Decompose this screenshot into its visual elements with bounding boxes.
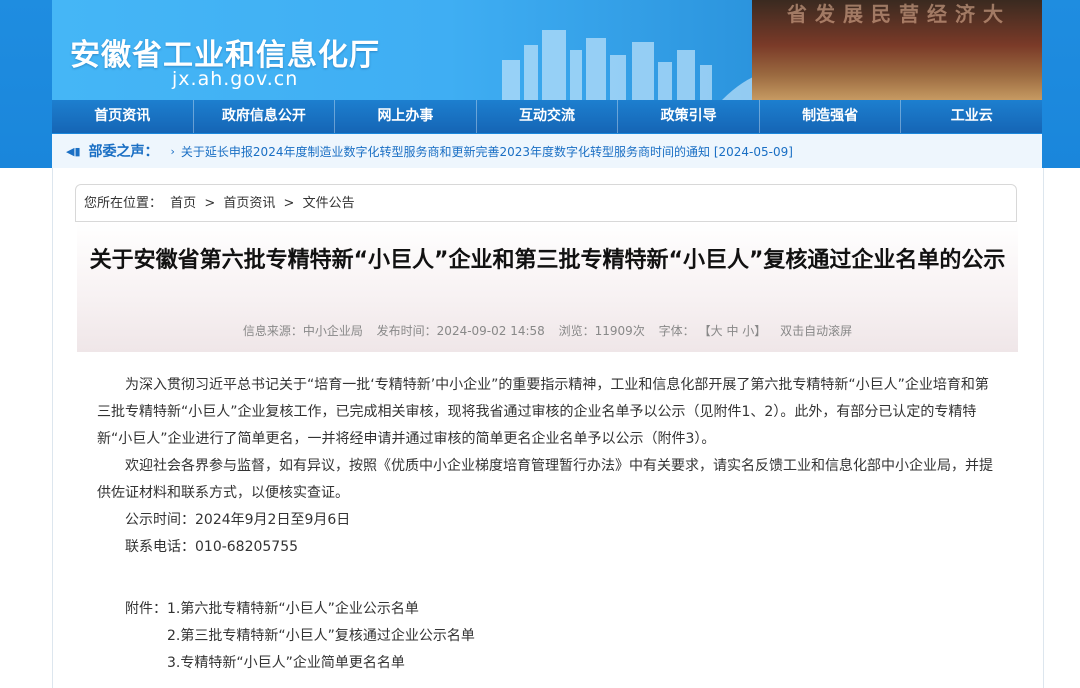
breadcrumb-separator: > [283, 196, 295, 211]
attachments-list: 附件： 1.第六批专精特新“小巨人”企业公示名单 2.第三批专精特新“小巨人”复… [125, 596, 475, 677]
article-meta: 信息来源：中小企业局 发布时间：2024-09-02 14:58 浏览：1190… [77, 322, 1018, 339]
main-nav: 首页资讯 政府信息公开 网上办事 互动交流 政策引导 制造强省 工业云 [52, 100, 1042, 133]
meta-source: 信息来源：中小企业局 [242, 324, 363, 338]
notice-label: 部委之声： [88, 144, 159, 160]
paragraph: 欢迎社会各界参与监督，如有异议，按照《优质中小企业梯度培育管理暂行办法》中有关要… [97, 458, 993, 501]
attachments-label: 附件： [125, 601, 167, 617]
auto-scroll-toggle[interactable]: 双击自动滚屏 [780, 324, 852, 338]
attachment-link[interactable]: 1.第六批专精特新“小巨人”企业公示名单 [167, 596, 419, 623]
contact-phone: 联系电话：010-68205755 [125, 539, 299, 555]
speaker-icon: ◀▮ [66, 144, 81, 158]
breadcrumb-home[interactable]: 首页 [170, 196, 196, 211]
notice-bar: ◀▮ 部委之声： › 关于延长申报2024年度制造业数字化转型服务商和更新完善2… [52, 134, 1042, 168]
attachment-link[interactable]: 3.专精特新“小巨人”企业简单更名名单 [125, 650, 475, 677]
paragraph: 为深入贯彻习近平总书记关于“培育一批‘专精特新’中小企业”的重要指示精神，工业和… [97, 377, 989, 447]
breadcrumb-home-news[interactable]: 首页资讯 [223, 196, 275, 211]
nav-item-interaction[interactable]: 互动交流 [477, 100, 619, 133]
nav-item-policy[interactable]: 政策引导 [618, 100, 760, 133]
article-body: 为深入贯彻习近平总书记关于“培育一批‘专精特新’中小企业”的重要指示精神，工业和… [97, 372, 1002, 561]
meta-time: 发布时间：2024-09-02 14:58 [376, 324, 545, 338]
nav-item-manufacturing[interactable]: 制造强省 [760, 100, 902, 133]
banner-photo-caption: 省发展民营经济大 [787, 2, 1011, 26]
nav-item-online-service[interactable]: 网上办事 [335, 100, 477, 133]
meta-views: 浏览：11909次 [558, 324, 645, 338]
notice-link[interactable]: 关于延长申报2024年度制造业数字化转型服务商和更新完善2023年度数字化转型服… [181, 143, 793, 160]
header-banner: 省发展民营经济大 安徽省工业和信息化厅 jx.ah.gov.cn [52, 0, 1042, 100]
nav-item-industrial-cloud[interactable]: 工业云 [901, 100, 1042, 133]
article-title: 关于安徽省第六批专精特新“小巨人”企业和第三批专精特新“小巨人”复核通过企业名单… [89, 248, 1006, 273]
attachment-link[interactable]: 2.第三批专精特新“小巨人”复核通过企业公示名单 [125, 623, 475, 650]
nav-item-home-news[interactable]: 首页资讯 [52, 100, 194, 133]
meta-font-label: 字体： [658, 324, 695, 338]
article-header: 关于安徽省第六批专精特新“小巨人”企业和第三批专精特新“小巨人”复核通过企业名单… [77, 222, 1018, 352]
chevron-right-icon: › [170, 144, 175, 158]
breadcrumb-separator: > [204, 196, 216, 211]
nav-item-gov-info[interactable]: 政府信息公开 [194, 100, 336, 133]
font-size-selector[interactable]: 【大 中 小】 [705, 324, 767, 338]
breadcrumb-announcements[interactable]: 文件公告 [303, 196, 355, 211]
breadcrumb: 您所在位置： 首页 > 首页资讯 > 文件公告 [75, 184, 1017, 222]
breadcrumb-prefix: 您所在位置： [84, 196, 163, 211]
site-url: jx.ah.gov.cn [172, 68, 299, 90]
publicity-period: 公示时间：2024年9月2日至9月6日 [125, 512, 351, 528]
